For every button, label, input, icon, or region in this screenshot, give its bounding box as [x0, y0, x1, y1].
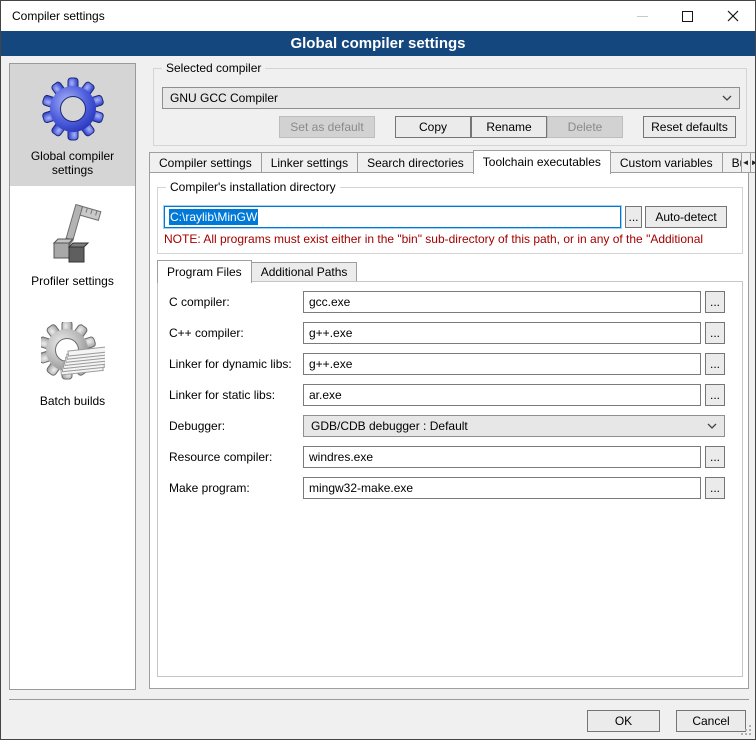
- window-controls: [620, 1, 755, 31]
- installation-directory-group: Compiler's installation directory C:\ray…: [157, 187, 743, 254]
- cancel-button[interactable]: Cancel: [676, 710, 746, 732]
- c-compiler-browse-button[interactable]: ...: [705, 291, 725, 313]
- subtab-program-files[interactable]: Program Files: [157, 260, 252, 283]
- sidebar-item-label: Batch builds: [10, 394, 135, 408]
- tab-search-directories[interactable]: Search directories: [357, 152, 474, 173]
- subtab-additional-paths[interactable]: Additional Paths: [251, 262, 358, 282]
- ok-button[interactable]: OK: [587, 710, 660, 732]
- linker-static-input[interactable]: [303, 384, 701, 406]
- cpp-compiler-browse-button[interactable]: ...: [705, 322, 725, 344]
- sidebar-item-label: Global compiler settings: [10, 149, 135, 177]
- resize-grip[interactable]: [741, 725, 751, 735]
- window-title: Compiler settings: [12, 9, 105, 23]
- maximize-button[interactable]: [665, 1, 710, 31]
- tab-scroll-right-icon[interactable]: ►: [750, 152, 756, 173]
- c-compiler-input[interactable]: [303, 291, 701, 313]
- chevron-down-icon: [707, 423, 717, 430]
- set-as-default-button: Set as default: [279, 116, 375, 138]
- blue-gear-icon: [41, 77, 105, 141]
- field-row-debugger: Debugger: GDB/CDB debugger : Default: [169, 415, 733, 437]
- compiler-settings-window: Compiler settings Global compiler settin…: [0, 0, 756, 740]
- c-compiler-label: C compiler:: [169, 291, 230, 313]
- field-row-c-compiler: C compiler: ...: [169, 291, 733, 313]
- settings-sidebar: Global compiler settings Profiler sett: [9, 63, 136, 690]
- linker-dynamic-browse-button[interactable]: ...: [705, 353, 725, 375]
- sidebar-item-label: Profiler settings: [10, 274, 135, 288]
- resource-compiler-browse-button[interactable]: ...: [705, 446, 725, 468]
- resource-compiler-label: Resource compiler:: [169, 446, 272, 468]
- sidebar-item-profiler-settings[interactable]: Profiler settings: [10, 194, 135, 300]
- make-program-input[interactable]: [303, 477, 701, 499]
- footer-divider: [9, 699, 749, 700]
- maximize-icon: [682, 11, 693, 22]
- make-program-browse-button[interactable]: ...: [705, 477, 725, 499]
- reset-defaults-button[interactable]: Reset defaults: [643, 116, 736, 138]
- compiler-select-value: GNU GCC Compiler: [170, 91, 278, 105]
- debugger-label: Debugger:: [169, 415, 225, 437]
- field-row-cpp-compiler: C++ compiler: ...: [169, 322, 733, 344]
- debugger-select-value: GDB/CDB debugger : Default: [311, 419, 468, 433]
- close-icon: [727, 10, 739, 22]
- auto-detect-button[interactable]: Auto-detect: [645, 206, 727, 228]
- field-row-resource-compiler: Resource compiler: ...: [169, 446, 733, 468]
- linker-static-label: Linker for static libs:: [169, 384, 275, 406]
- debugger-select[interactable]: GDB/CDB debugger : Default: [303, 415, 725, 437]
- tab-custom-variables[interactable]: Custom variables: [610, 152, 723, 173]
- make-program-label: Make program:: [169, 477, 250, 499]
- program-files-panel: C compiler: ... C++ compiler: ... Linker…: [157, 281, 743, 677]
- installation-directory-group-label: Compiler's installation directory: [166, 180, 340, 194]
- copy-button[interactable]: Copy: [395, 116, 471, 138]
- gray-gear-papers-icon: [41, 322, 105, 386]
- tab-compiler-settings[interactable]: Compiler settings: [149, 152, 262, 173]
- field-row-linker-static: Linker for static libs: ...: [169, 384, 733, 406]
- dialog-banner: Global compiler settings: [1, 31, 755, 56]
- linker-dynamic-label: Linker for dynamic libs:: [169, 353, 292, 375]
- resource-compiler-input[interactable]: [303, 446, 701, 468]
- rename-button[interactable]: Rename: [471, 116, 547, 138]
- toolchain-executables-panel: Compiler's installation directory C:\ray…: [149, 172, 749, 689]
- toolchain-sub-tab-strip: Program Files Additional Paths: [157, 259, 356, 282]
- linker-static-browse-button[interactable]: ...: [705, 384, 725, 406]
- install-dir-browse-button[interactable]: ...: [625, 206, 642, 228]
- compiler-select[interactable]: GNU GCC Compiler: [162, 87, 740, 109]
- selected-compiler-group: Selected compiler GNU GCC Compiler Set a…: [153, 68, 747, 146]
- install-dir-value: C:\raylib\MinGW: [169, 209, 258, 225]
- chevron-down-icon: [722, 95, 732, 102]
- sidebar-item-global-compiler-settings[interactable]: Global compiler settings: [10, 64, 135, 186]
- install-dir-input[interactable]: C:\raylib\MinGW: [164, 206, 621, 228]
- field-row-linker-dynamic: Linker for dynamic libs: ...: [169, 353, 733, 375]
- main-tab-strip: Compiler settings Linker settings Search…: [149, 149, 749, 173]
- field-row-make-program: Make program: ...: [169, 477, 733, 499]
- caliper-icon: [41, 202, 105, 266]
- linker-dynamic-input[interactable]: [303, 353, 701, 375]
- bin-note-text: NOTE: All programs must exist either in …: [164, 232, 739, 246]
- minimize-button: [620, 1, 665, 31]
- delete-button: Delete: [547, 116, 623, 138]
- selected-compiler-group-label: Selected compiler: [162, 61, 265, 75]
- cpp-compiler-label: C++ compiler:: [169, 322, 244, 344]
- minimize-icon: [637, 16, 648, 17]
- close-button[interactable]: [710, 1, 755, 31]
- sidebar-item-batch-builds[interactable]: Batch builds: [10, 322, 135, 434]
- tab-toolchain-executables[interactable]: Toolchain executables: [473, 150, 611, 174]
- tab-linker-settings[interactable]: Linker settings: [261, 152, 358, 173]
- tab-build[interactable]: Build: [722, 152, 742, 173]
- titlebar: Compiler settings: [1, 1, 755, 31]
- cpp-compiler-input[interactable]: [303, 322, 701, 344]
